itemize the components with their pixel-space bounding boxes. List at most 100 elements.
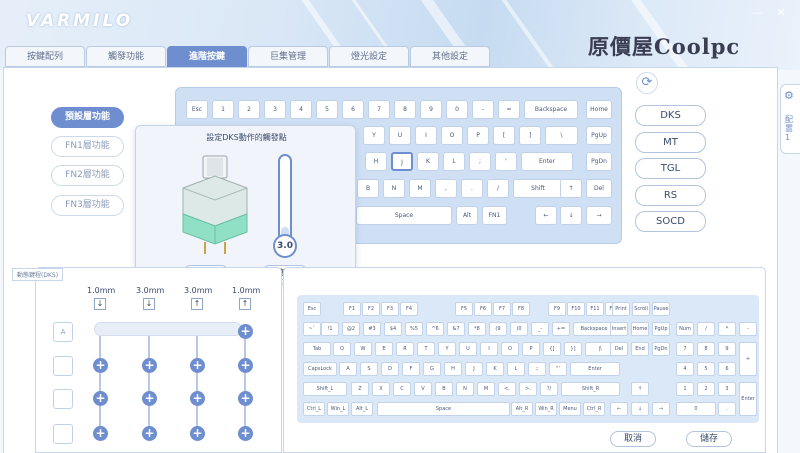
key[interactable]: CapsLock [303,362,337,376]
key[interactable]: F2 [362,302,380,316]
key[interactable]: 6 [342,100,364,119]
tab-trigger[interactable]: 觸發功能 [86,46,166,67]
key[interactable]: → [652,402,670,416]
key[interactable]: + [739,342,757,376]
key[interactable]: Esc [186,100,208,119]
key[interactable]: H [444,362,462,376]
key[interactable]: F5 [455,302,473,316]
key[interactable]: Ctrl_L [303,402,325,416]
key[interactable]: / [697,322,715,336]
refresh-icon[interactable]: ⟳ [636,72,658,94]
key[interactable]: 2 [697,382,715,396]
key[interactable]: I [480,342,498,356]
key[interactable]: ↑ [631,382,649,396]
layer-fn1-button[interactable]: FN1層功能 [51,136,124,157]
key[interactable]: P [522,342,540,356]
dks-button[interactable]: DKS [635,105,706,126]
key[interactable]: L [507,362,525,376]
key[interactable]: Del [586,179,612,198]
key[interactable]: Alt [456,206,478,225]
key[interactable]: += [552,322,570,336]
key[interactable]: 4 [290,100,312,119]
key[interactable]: ← [535,206,557,225]
key[interactable]: O [501,342,519,356]
layer-default-button[interactable]: 預設層功能 [51,107,124,128]
key[interactable]: &7 [447,322,465,336]
key[interactable]: ?/ [540,382,558,396]
key[interactable]: FN1 [482,206,507,225]
key[interactable]: Shift_R [561,382,620,396]
key[interactable]: K [417,152,439,171]
key[interactable]: G [423,362,441,376]
key[interactable]: Print [612,302,630,316]
key[interactable]: ↑ [560,179,582,198]
key[interactable]: Alt_L [351,402,373,416]
dks-key-slot[interactable]: A [53,322,73,342]
tab-other-settings[interactable]: 其他設定 [410,46,490,67]
key[interactable]: Num [676,322,694,336]
key[interactable]: H [365,152,387,171]
tab-advanced-keys[interactable]: 進階按鍵 [167,46,247,67]
key[interactable]: U [389,126,411,145]
key[interactable]: Y [438,342,456,356]
key[interactable]: F1 [343,302,361,316]
key[interactable]: Pause [652,302,670,316]
layer-fn2-button[interactable]: FN2層功能 [51,165,124,186]
minimize-button[interactable]: — [750,6,764,20]
key[interactable]: ' [495,152,517,171]
key[interactable]: End [631,342,649,356]
key[interactable]: F [402,362,420,376]
key[interactable]: )0 [510,322,528,336]
key[interactable]: Z [351,382,369,396]
dks-key-slot[interactable] [53,356,73,376]
key[interactable]: #3 [363,322,381,336]
key[interactable]: >. [519,382,537,396]
key[interactable]: Space [377,402,510,416]
key[interactable]: 9 [420,100,442,119]
trigger-value-knob[interactable]: 3.0 [273,234,297,258]
key[interactable]: - [472,100,494,119]
add-action-icon[interactable]: + [238,426,253,441]
dks-key-slot[interactable] [53,424,73,444]
key[interactable]: P [467,126,489,145]
key[interactable]: Win_L [327,402,349,416]
key[interactable]: M [409,179,431,198]
tgl-button[interactable]: TGL [635,158,706,179]
key[interactable]: W [354,342,372,356]
key[interactable]: 3 [718,382,736,396]
key[interactable]: F10 [567,302,585,316]
key[interactable]: F4 [400,302,418,316]
save-button[interactable]: 儲存 [686,431,732,447]
key[interactable]: B [357,179,379,198]
key[interactable]: N [383,179,405,198]
add-action-icon[interactable]: + [238,391,253,406]
add-action-icon[interactable]: + [190,391,205,406]
key[interactable]: 2 [238,100,260,119]
key[interactable]: ^6 [426,322,444,336]
tab-key-layout[interactable]: 按鍵配列 [5,46,85,67]
key[interactable]: Backspace [524,100,578,119]
key[interactable]: 0 [446,100,468,119]
key[interactable]: <, [498,382,516,396]
key[interactable]: F8 [512,302,530,316]
key[interactable]: . [718,402,736,416]
key[interactable]: → [586,206,612,225]
key[interactable]: C [393,382,411,396]
key[interactable]: B [435,382,453,396]
key[interactable]: Enter [739,382,757,416]
key[interactable]: X [372,382,390,396]
gear-icon[interactable]: ⚙ [784,89,794,102]
key[interactable]: }] [564,342,582,356]
key[interactable]: 4 [676,362,694,376]
key[interactable]: F7 [493,302,511,316]
key[interactable]: J [391,152,413,171]
add-action-icon[interactable]: + [93,391,108,406]
key[interactable]: 5 [316,100,338,119]
key[interactable]: ; [469,152,491,171]
layer-fn3-button[interactable]: FN3層功能 [51,195,124,216]
key[interactable]: Enter [570,362,620,376]
key[interactable]: Insert [610,322,628,336]
key[interactable]: %5 [405,322,423,336]
key[interactable]: ~` [303,322,321,336]
key[interactable]: $4 [384,322,402,336]
